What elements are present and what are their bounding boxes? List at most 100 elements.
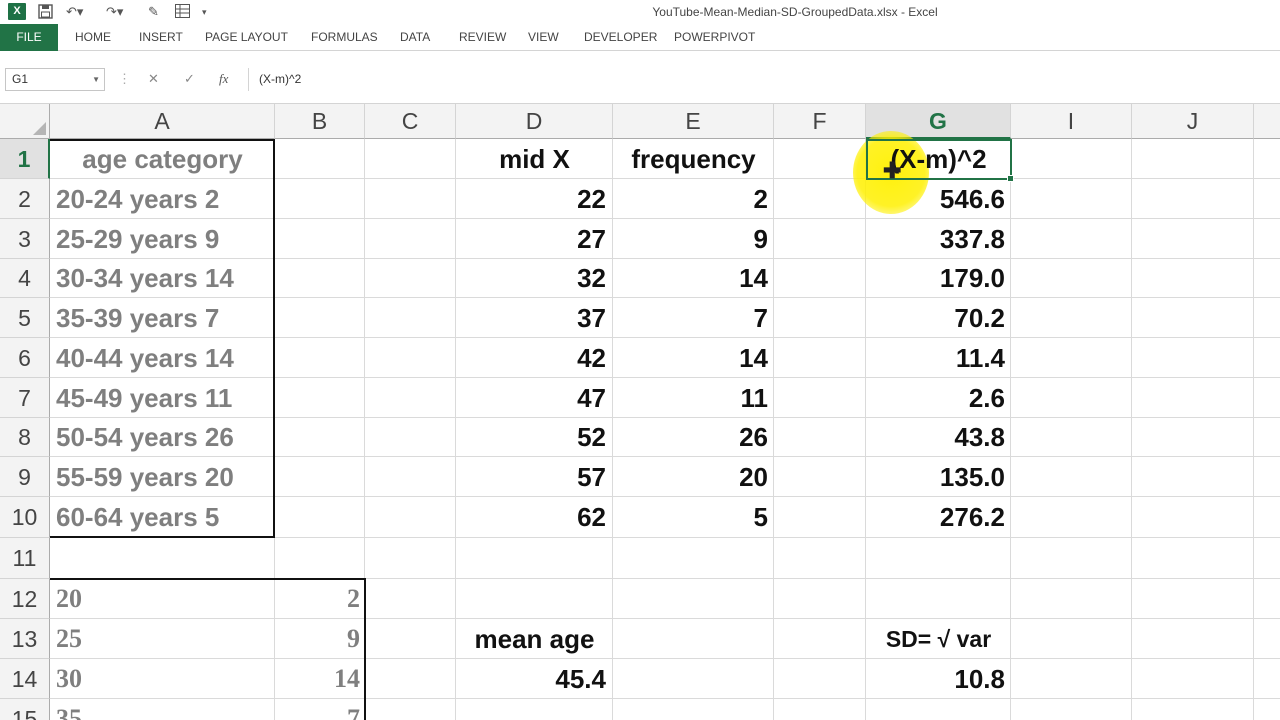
cell-a9[interactable]: 55-59 years 20	[56, 457, 234, 497]
column-header-b[interactable]: B	[275, 104, 365, 139]
cell-g10[interactable]: 276.2	[866, 497, 1005, 538]
column-header-i[interactable]: I	[1011, 104, 1132, 139]
cell-e6[interactable]: 14	[613, 338, 768, 378]
row-header-8[interactable]: 8	[0, 418, 50, 457]
cell-g4[interactable]: 179.0	[866, 259, 1005, 298]
cell-g9[interactable]: 135.0	[866, 457, 1005, 497]
cell-e9[interactable]: 20	[613, 457, 768, 497]
tab-powerpivot[interactable]: POWERPIVOT	[674, 24, 755, 50]
row-header-13[interactable]: 13	[0, 619, 50, 659]
worksheet-grid: A B C D E F G I J 1 2 3 4 5 6 7 8 9 10 1…	[0, 104, 1280, 720]
cell-d6[interactable]: 42	[456, 338, 606, 378]
row-header-5[interactable]: 5	[0, 298, 50, 338]
column-header-d[interactable]: D	[456, 104, 613, 139]
cell-e2[interactable]: 2	[613, 179, 768, 219]
cell-b14[interactable]: 14	[275, 659, 360, 699]
plus-cursor-icon: ✚	[883, 158, 902, 183]
cell-e1[interactable]: frequency	[613, 139, 774, 179]
row-header-11[interactable]: 11	[0, 538, 50, 579]
cell-e5[interactable]: 7	[613, 298, 768, 338]
cell-a15[interactable]: 35	[56, 699, 82, 720]
tab-developer[interactable]: DEVELOPER	[584, 24, 657, 50]
cell-g14[interactable]: 10.8	[866, 659, 1005, 699]
row-header-7[interactable]: 7	[0, 378, 50, 418]
name-box-value: G1	[12, 72, 29, 86]
cell-g5[interactable]: 70.2	[866, 298, 1005, 338]
cell-g6[interactable]: 11.4	[866, 338, 1005, 378]
ribbon-tabs: HOME INSERT PAGE LAYOUT FORMULAS DATA RE…	[0, 24, 1280, 51]
cell-a14[interactable]: 30	[56, 659, 82, 699]
cell-a10[interactable]: 60-64 years 5	[56, 497, 219, 538]
tab-data[interactable]: DATA	[400, 24, 430, 50]
row-header-4[interactable]: 4	[0, 259, 50, 298]
insert-function-icon[interactable]: fx	[219, 71, 228, 87]
cell-d8[interactable]: 52	[456, 418, 606, 457]
formula-input[interactable]: (X-m)^2	[248, 68, 1280, 91]
enter-icon[interactable]: ✓	[184, 71, 195, 87]
tab-home[interactable]: HOME	[75, 24, 111, 50]
cell-e4[interactable]: 14	[613, 259, 768, 298]
table-border-top	[50, 139, 275, 141]
cell-a3[interactable]: 25-29 years 9	[56, 219, 219, 259]
cell-d13[interactable]: mean age	[456, 619, 613, 659]
name-box[interactable]: G1 ▼	[5, 68, 105, 91]
cell-d2[interactable]: 22	[456, 179, 606, 219]
row-header-9[interactable]: 9	[0, 457, 50, 497]
row-header-2[interactable]: 2	[0, 179, 50, 219]
cell-a7[interactable]: 45-49 years 11	[56, 378, 232, 418]
cell-b15[interactable]: 7	[275, 699, 360, 720]
row-header-6[interactable]: 6	[0, 338, 50, 378]
tab-file[interactable]: FILE	[0, 24, 58, 51]
cell-b13[interactable]: 9	[275, 619, 360, 659]
tab-insert[interactable]: INSERT	[139, 24, 183, 50]
cell-d3[interactable]: 27	[456, 219, 606, 259]
row-header-15[interactable]: 15	[0, 699, 50, 720]
cell-a6[interactable]: 40-44 years 14	[56, 338, 234, 378]
tab-review[interactable]: REVIEW	[459, 24, 506, 50]
tab-formulas[interactable]: FORMULAS	[311, 24, 378, 50]
cell-g8[interactable]: 43.8	[866, 418, 1005, 457]
cell-e8[interactable]: 26	[613, 418, 768, 457]
select-all-button[interactable]	[0, 104, 50, 139]
cell-a4[interactable]: 30-34 years 14	[56, 259, 234, 298]
cell-b12[interactable]: 2	[275, 579, 360, 619]
column-header-c[interactable]: C	[365, 104, 456, 139]
lower-table-border-right	[364, 578, 366, 720]
row-header-12[interactable]: 12	[0, 579, 50, 619]
cell-d7[interactable]: 47	[456, 378, 606, 418]
gridline	[1131, 139, 1132, 720]
cell-a1[interactable]: age category	[50, 139, 275, 179]
column-header-f[interactable]: F	[774, 104, 866, 139]
chevron-down-icon[interactable]: ▼	[92, 69, 100, 90]
gridline	[773, 139, 774, 720]
cell-d5[interactable]: 37	[456, 298, 606, 338]
tab-view[interactable]: VIEW	[528, 24, 559, 50]
cell-a5[interactable]: 35-39 years 7	[56, 298, 219, 338]
cell-d10[interactable]: 62	[456, 497, 606, 538]
cell-e3[interactable]: 9	[613, 219, 768, 259]
column-header-next[interactable]	[1254, 104, 1280, 139]
cell-d1[interactable]: mid X	[456, 139, 613, 179]
window-title: YouTube-Mean-Median-SD-GroupedData.xlsx …	[652, 5, 938, 19]
cancel-icon[interactable]: ✕	[148, 71, 159, 87]
cell-g7[interactable]: 2.6	[866, 378, 1005, 418]
row-header-3[interactable]: 3	[0, 219, 50, 259]
column-header-j[interactable]: J	[1132, 104, 1254, 139]
cell-d9[interactable]: 57	[456, 457, 606, 497]
cell-g13[interactable]: SD= √ var	[866, 619, 1011, 659]
cell-e7[interactable]: 11	[613, 378, 769, 418]
column-header-a[interactable]: A	[50, 104, 275, 139]
cell-g3[interactable]: 337.8	[866, 219, 1005, 259]
row-header-14[interactable]: 14	[0, 659, 50, 699]
cell-a2[interactable]: 20-24 years 2	[56, 179, 219, 219]
cell-a12[interactable]: 20	[56, 579, 82, 619]
cell-d14[interactable]: 45.4	[456, 659, 606, 699]
column-header-e[interactable]: E	[613, 104, 774, 139]
row-header-1[interactable]: 1	[0, 139, 50, 179]
cell-d4[interactable]: 32	[456, 259, 606, 298]
tab-page-layout[interactable]: PAGE LAYOUT	[205, 24, 288, 50]
row-header-10[interactable]: 10	[0, 497, 50, 538]
cell-a13[interactable]: 25	[56, 619, 82, 659]
cell-e10[interactable]: 5	[613, 497, 768, 538]
cell-a8[interactable]: 50-54 years 26	[56, 418, 234, 457]
